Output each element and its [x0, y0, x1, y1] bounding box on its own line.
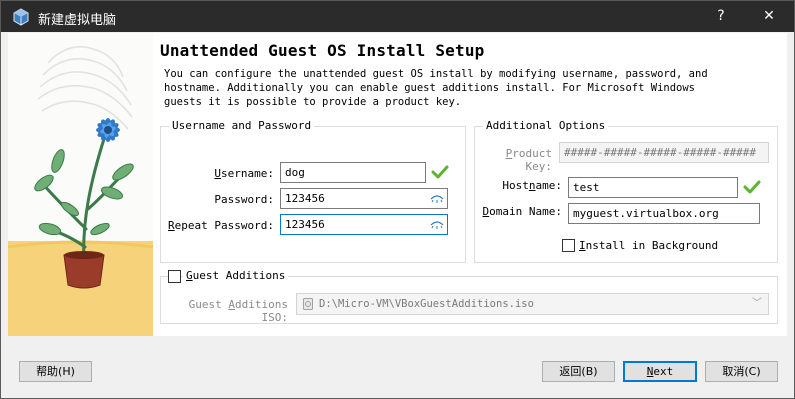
show-password-icon[interactable]: [430, 218, 444, 232]
product-key-input[interactable]: #####-#####-#####-#####-#####: [559, 142, 769, 163]
guest-additions-iso-select[interactable]: D:\Micro-VM\VBoxGuestAdditions.iso ﹀: [296, 293, 769, 315]
password-input[interactable]: 123456: [280, 188, 448, 209]
back-button[interactable]: 返回(B): [542, 361, 615, 382]
hostname-label: Hostname:: [502, 179, 562, 192]
hostname-input[interactable]: test: [568, 177, 738, 198]
help-button[interactable]: 帮助(H): [19, 361, 92, 382]
group-title: Username and Password: [169, 119, 315, 132]
chevron-down-icon: ﹀: [752, 298, 762, 309]
product-key-label: Product Key:: [505, 147, 552, 173]
page-title: Unattended Guest OS Install Setup: [160, 41, 485, 60]
repeat-password-label: Repeat Password:: [168, 219, 274, 232]
install-background-label[interactable]: Install in Background: [579, 239, 718, 252]
guest-additions-label[interactable]: Guest Additions: [183, 269, 289, 282]
cancel-button[interactable]: 取消(C): [705, 361, 778, 382]
disk-icon: [303, 298, 313, 310]
username-label: Username:: [214, 167, 274, 180]
group-title: Additional Options: [483, 119, 609, 132]
new-vm-dialog: 新建虚拟电脑 ? ✕ Unattended Guest OS Install S…: [0, 0, 795, 399]
help-title-button[interactable]: ?: [698, 1, 744, 32]
next-button[interactable]: Next: [623, 361, 697, 382]
guest-additions-iso-label: Guest Additions ISO:: [188, 298, 288, 324]
flower-pot-illustration: [8, 33, 153, 336]
domain-name-input[interactable]: myguest.virtualbox.org: [568, 203, 760, 224]
domain-name-label: Domain Name:: [482, 205, 562, 218]
virtualbox-icon: [13, 8, 29, 26]
repeat-password-input[interactable]: 123456: [280, 214, 448, 235]
title-bar[interactable]: 新建虚拟电脑 ? ✕: [1, 1, 794, 32]
close-button[interactable]: ✕: [746, 1, 792, 32]
valid-check-icon: [431, 165, 449, 179]
show-password-icon[interactable]: [430, 192, 444, 206]
guest-additions-checkbox[interactable]: [168, 270, 181, 283]
window-title: 新建虚拟电脑: [38, 13, 117, 28]
install-background-checkbox[interactable]: [562, 239, 575, 252]
valid-check-icon: [743, 180, 761, 194]
page-description: You can configure the unattended guest O…: [164, 68, 708, 108]
password-label: Password:: [214, 193, 274, 206]
username-input[interactable]: dog: [280, 162, 426, 183]
